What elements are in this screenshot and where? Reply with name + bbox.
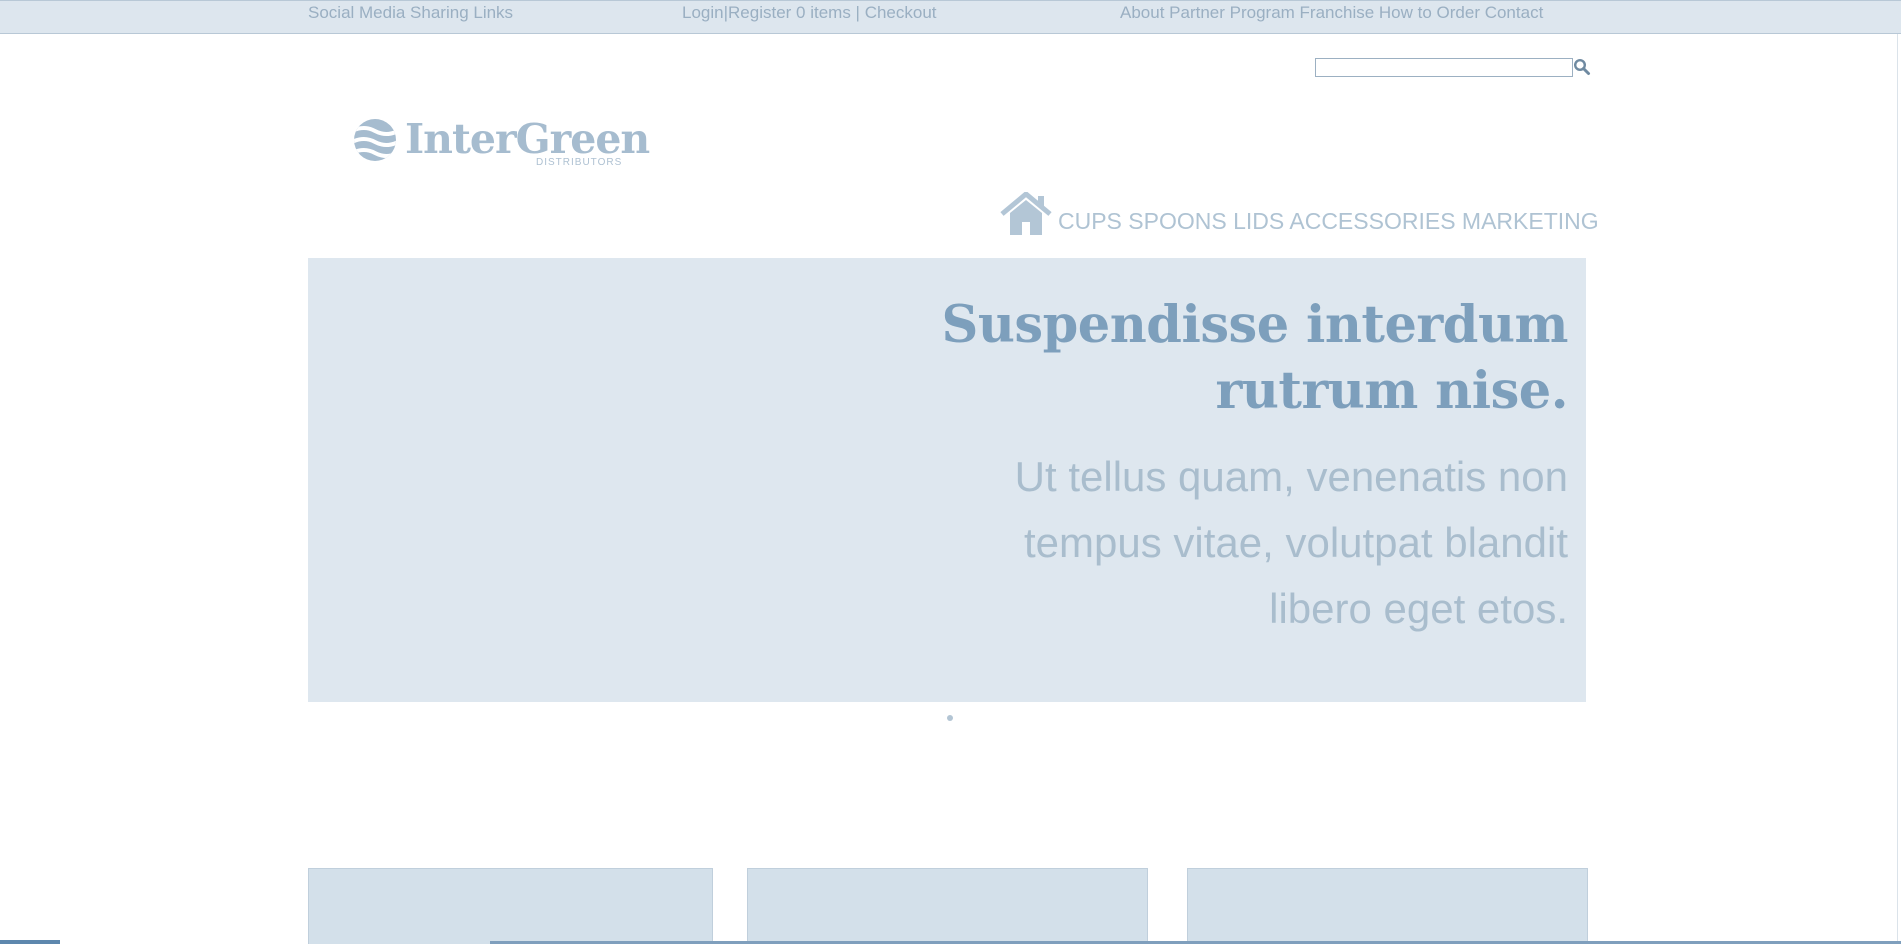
feature-panel-2[interactable] [747, 868, 1148, 944]
logo-wordmark: InterGreen [405, 115, 650, 163]
hero-body-line-3: libero eget etos. [1269, 585, 1568, 632]
nav-item-cups[interactable]: CUPS [1058, 208, 1122, 234]
bottom-edge-bar [0, 940, 60, 944]
main-nav: CUPS SPOONS LIDS ACCESSORIES MARKETING [1058, 208, 1599, 235]
hero-title: Suspendisse interdum rutrum nise. [868, 292, 1568, 424]
site-links[interactable]: About Partner Program Franchise How to O… [1120, 3, 1543, 23]
nav-item-accessories[interactable]: ACCESSORIES [1289, 208, 1455, 234]
nav-item-spoons[interactable]: SPOONS [1128, 208, 1226, 234]
account-link-text[interactable]: Login|Register 0 items | Checkout [682, 3, 937, 22]
site-links-text[interactable]: About Partner Program Franchise How to O… [1120, 3, 1543, 22]
hero-body: Ut tellus quam, venenatis non tempus vit… [928, 444, 1568, 642]
hero-body-line-1: Ut tellus quam, venenatis non [1014, 453, 1568, 500]
feature-panel-1[interactable] [308, 868, 713, 944]
account-links[interactable]: Login|Register 0 items | Checkout [682, 3, 937, 23]
logo-subtitle: DISTRIBUTORS [536, 157, 623, 168]
feature-panel-3[interactable] [1187, 868, 1588, 944]
slider-dot[interactable] [947, 715, 953, 721]
page-edge-divider [1897, 34, 1898, 944]
social-media-links[interactable]: Social Media Sharing Links [308, 3, 513, 23]
logo-globe-icon [354, 119, 396, 161]
search-button[interactable] [1573, 58, 1591, 76]
search-icon [1573, 58, 1590, 75]
hero-title-line-1: Suspendisse interdum [941, 295, 1568, 355]
home-icon [1000, 190, 1052, 235]
nav-item-lids[interactable]: LIDS [1233, 208, 1284, 234]
hero-slider[interactable]: Suspendisse interdum rutrum nise. Ut tel… [308, 258, 1586, 702]
home-nav-button[interactable] [1000, 190, 1052, 235]
logo[interactable]: InterGreen DISTRIBUTORS [352, 112, 650, 170]
search-input[interactable] [1315, 58, 1573, 77]
hero-title-line-2: rutrum nise. [1215, 361, 1568, 421]
nav-item-marketing[interactable]: MARKETING [1462, 208, 1599, 234]
top-bar: Social Media Sharing Links Login|Registe… [0, 0, 1901, 34]
hero-body-line-2: tempus vitae, volutpat blandit [1024, 519, 1568, 566]
